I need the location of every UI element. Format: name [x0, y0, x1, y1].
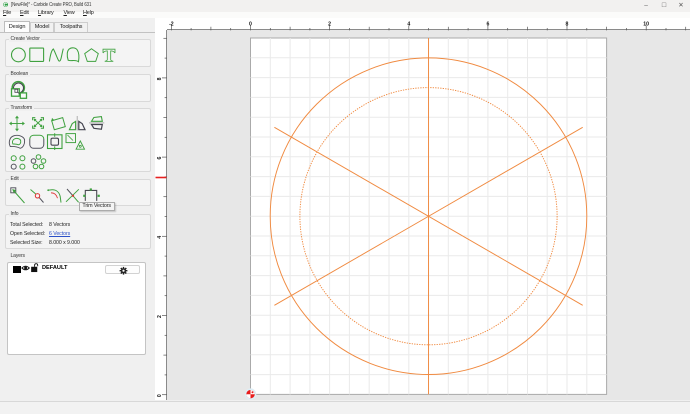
svg-text:6: 6 — [157, 156, 163, 159]
svg-text:8: 8 — [157, 77, 163, 80]
svg-text:2: 2 — [328, 21, 331, 27]
svg-text:8: 8 — [565, 21, 568, 27]
svg-text:0: 0 — [157, 394, 163, 397]
svg-text:6: 6 — [486, 21, 489, 27]
svg-text:4: 4 — [407, 21, 410, 27]
svg-text:2: 2 — [157, 315, 163, 318]
svg-text:10: 10 — [643, 21, 649, 27]
svg-text:4: 4 — [157, 236, 163, 239]
svg-text:0: 0 — [249, 21, 252, 27]
svg-text:-2: -2 — [169, 21, 174, 27]
